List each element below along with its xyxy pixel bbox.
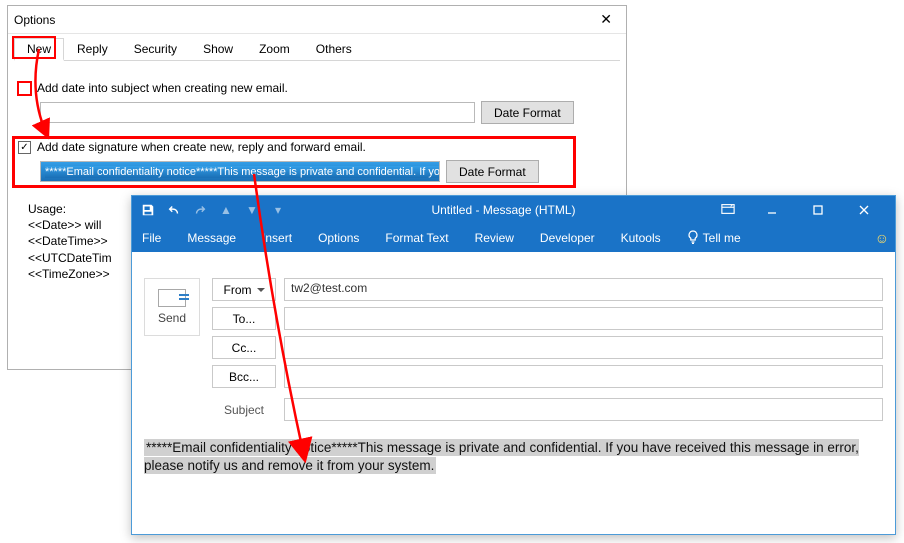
header-fields: From tw2@test.com To... Cc... Bcc... Sub…: [212, 278, 883, 421]
tab-others[interactable]: Others: [303, 38, 365, 60]
tab-new[interactable]: New: [14, 38, 64, 61]
label-add-signature: Add date signature when create new, repl…: [37, 140, 366, 154]
compose-title: Untitled - Message (HTML): [286, 203, 721, 217]
bulb-icon: [687, 230, 699, 247]
qat-dropdown-icon[interactable]: ▾: [270, 202, 286, 218]
input-date-subject-format[interactable]: [40, 102, 475, 123]
checkbox-add-date-subject[interactable]: [18, 82, 31, 95]
tab-show[interactable]: Show: [190, 38, 246, 60]
ribbon-tab-file[interactable]: File: [138, 231, 165, 245]
feedback-smiley-icon[interactable]: ☺: [875, 230, 889, 246]
options-titlebar: Options ✕: [8, 6, 626, 34]
checkbox-add-signature[interactable]: ✓: [18, 141, 31, 154]
send-label: Send: [158, 311, 186, 325]
tab-zoom[interactable]: Zoom: [246, 38, 303, 60]
date-format-button-2[interactable]: Date Format: [446, 160, 539, 183]
ribbon-display-icon[interactable]: [721, 203, 735, 218]
options-title: Options: [14, 13, 55, 27]
minimize-button[interactable]: [749, 196, 795, 224]
compose-titlebar: ▲ ▼ ▾ Untitled - Message (HTML): [132, 196, 895, 224]
bcc-button[interactable]: Bcc...: [212, 365, 276, 388]
tell-me-search[interactable]: Tell me: [683, 230, 745, 247]
options-tabstrip: New Reply Security Show Zoom Others: [14, 38, 620, 61]
bcc-input[interactable]: [284, 365, 883, 388]
compose-body: Send From tw2@test.com To... Cc... Bcc..…: [132, 252, 895, 483]
to-input[interactable]: [284, 307, 883, 330]
ribbon-tab-review[interactable]: Review: [471, 231, 518, 245]
input-signature-text[interactable]: *****Email confidentiality notice*****Th…: [40, 161, 440, 182]
mail-send-icon: [158, 289, 186, 307]
window-controls: [749, 196, 887, 224]
input-signature-text-value: *****Email confidentiality notice*****Th…: [45, 166, 440, 178]
cc-button[interactable]: Cc...: [212, 336, 276, 359]
redo-icon[interactable]: [192, 202, 208, 218]
send-button[interactable]: Send: [144, 278, 200, 336]
close-icon[interactable]: ✕: [592, 9, 620, 30]
maximize-button[interactable]: [795, 196, 841, 224]
next-item-icon[interactable]: ▼: [244, 202, 260, 218]
cc-input[interactable]: [284, 336, 883, 359]
quick-access-toolbar: ▲ ▼ ▾: [140, 202, 286, 218]
ribbon-tab-insert[interactable]: Insert: [258, 231, 296, 245]
message-body-text: *****Email confidentiality notice*****Th…: [144, 439, 859, 474]
ribbon-tab-formattext[interactable]: Format Text: [381, 231, 452, 245]
undo-icon[interactable]: [166, 202, 182, 218]
subject-input[interactable]: [284, 398, 883, 421]
ribbon-tab-developer[interactable]: Developer: [536, 231, 599, 245]
compose-window: ▲ ▼ ▾ Untitled - Message (HTML) File Mes…: [131, 195, 896, 535]
from-value[interactable]: tw2@test.com: [284, 278, 883, 301]
from-button[interactable]: From: [212, 278, 276, 301]
tell-me-label: Tell me: [703, 231, 741, 245]
tab-security[interactable]: Security: [121, 38, 190, 60]
ribbon-tab-options[interactable]: Options: [314, 231, 363, 245]
option-add-signature: ✓ Add date signature when create new, re…: [18, 140, 616, 183]
date-format-button-1[interactable]: Date Format: [481, 101, 574, 124]
ribbon-tabs: File Message Insert Options Format Text …: [132, 224, 895, 252]
to-button[interactable]: To...: [212, 307, 276, 330]
ribbon-tab-kutools[interactable]: Kutools: [617, 231, 665, 245]
option-add-date-subject: Add date into subject when creating new …: [18, 81, 616, 124]
subject-label: Subject: [212, 403, 276, 417]
close-button[interactable]: [841, 196, 887, 224]
from-button-label: From: [224, 283, 252, 297]
tab-reply[interactable]: Reply: [64, 38, 121, 60]
prev-item-icon[interactable]: ▲: [218, 202, 234, 218]
label-add-date-subject: Add date into subject when creating new …: [37, 81, 288, 95]
message-body[interactable]: *****Email confidentiality notice*****Th…: [144, 439, 883, 475]
save-icon[interactable]: [140, 202, 156, 218]
ribbon-tab-message[interactable]: Message: [183, 231, 240, 245]
